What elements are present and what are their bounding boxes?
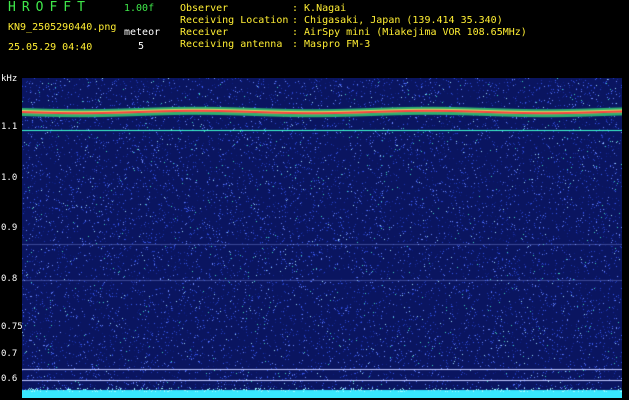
y-tick-label: 0.9 [1, 223, 18, 233]
y-tick-label: 0.7 [1, 349, 18, 359]
y-tick-label: 0.75 [1, 322, 23, 332]
app-title: HROFFT [8, 0, 91, 15]
location-value: : Chigasaki, Japan (139.414 35.340) [292, 15, 503, 26]
file-name: KN9_2505290440.png [8, 22, 117, 33]
header-panel: HROFFT 1.00f KN9_2505290440.png meteor 5… [0, 0, 629, 76]
spectrogram-canvas [22, 78, 622, 398]
meteor-label: meteor [124, 27, 161, 38]
y-axis-unit: kHz [1, 74, 18, 84]
date-time: 25.05.29 04:40 [8, 42, 93, 53]
meteor-count: 5 [138, 41, 145, 52]
receiver-value: : AirSpy mini (Miakejima VOR 108.65MHz) [292, 27, 527, 38]
observer-label: Observer [180, 3, 229, 14]
version-label: 1.00f [124, 3, 155, 14]
receiver-label: Receiver [180, 27, 229, 38]
y-tick-label: 1.0 [1, 173, 18, 183]
antenna-label: Receiving antenna [180, 39, 283, 50]
antenna-value: : Maspro FM-3 [292, 39, 371, 50]
observer-value: : K.Nagai [292, 3, 347, 14]
spectrogram-plot [22, 78, 622, 398]
y-tick-label: 0.6 [1, 374, 18, 384]
location-label: Receiving Location [180, 15, 289, 26]
y-tick-label: 1.1 [1, 122, 18, 132]
y-tick-label: 0.8 [1, 274, 18, 284]
